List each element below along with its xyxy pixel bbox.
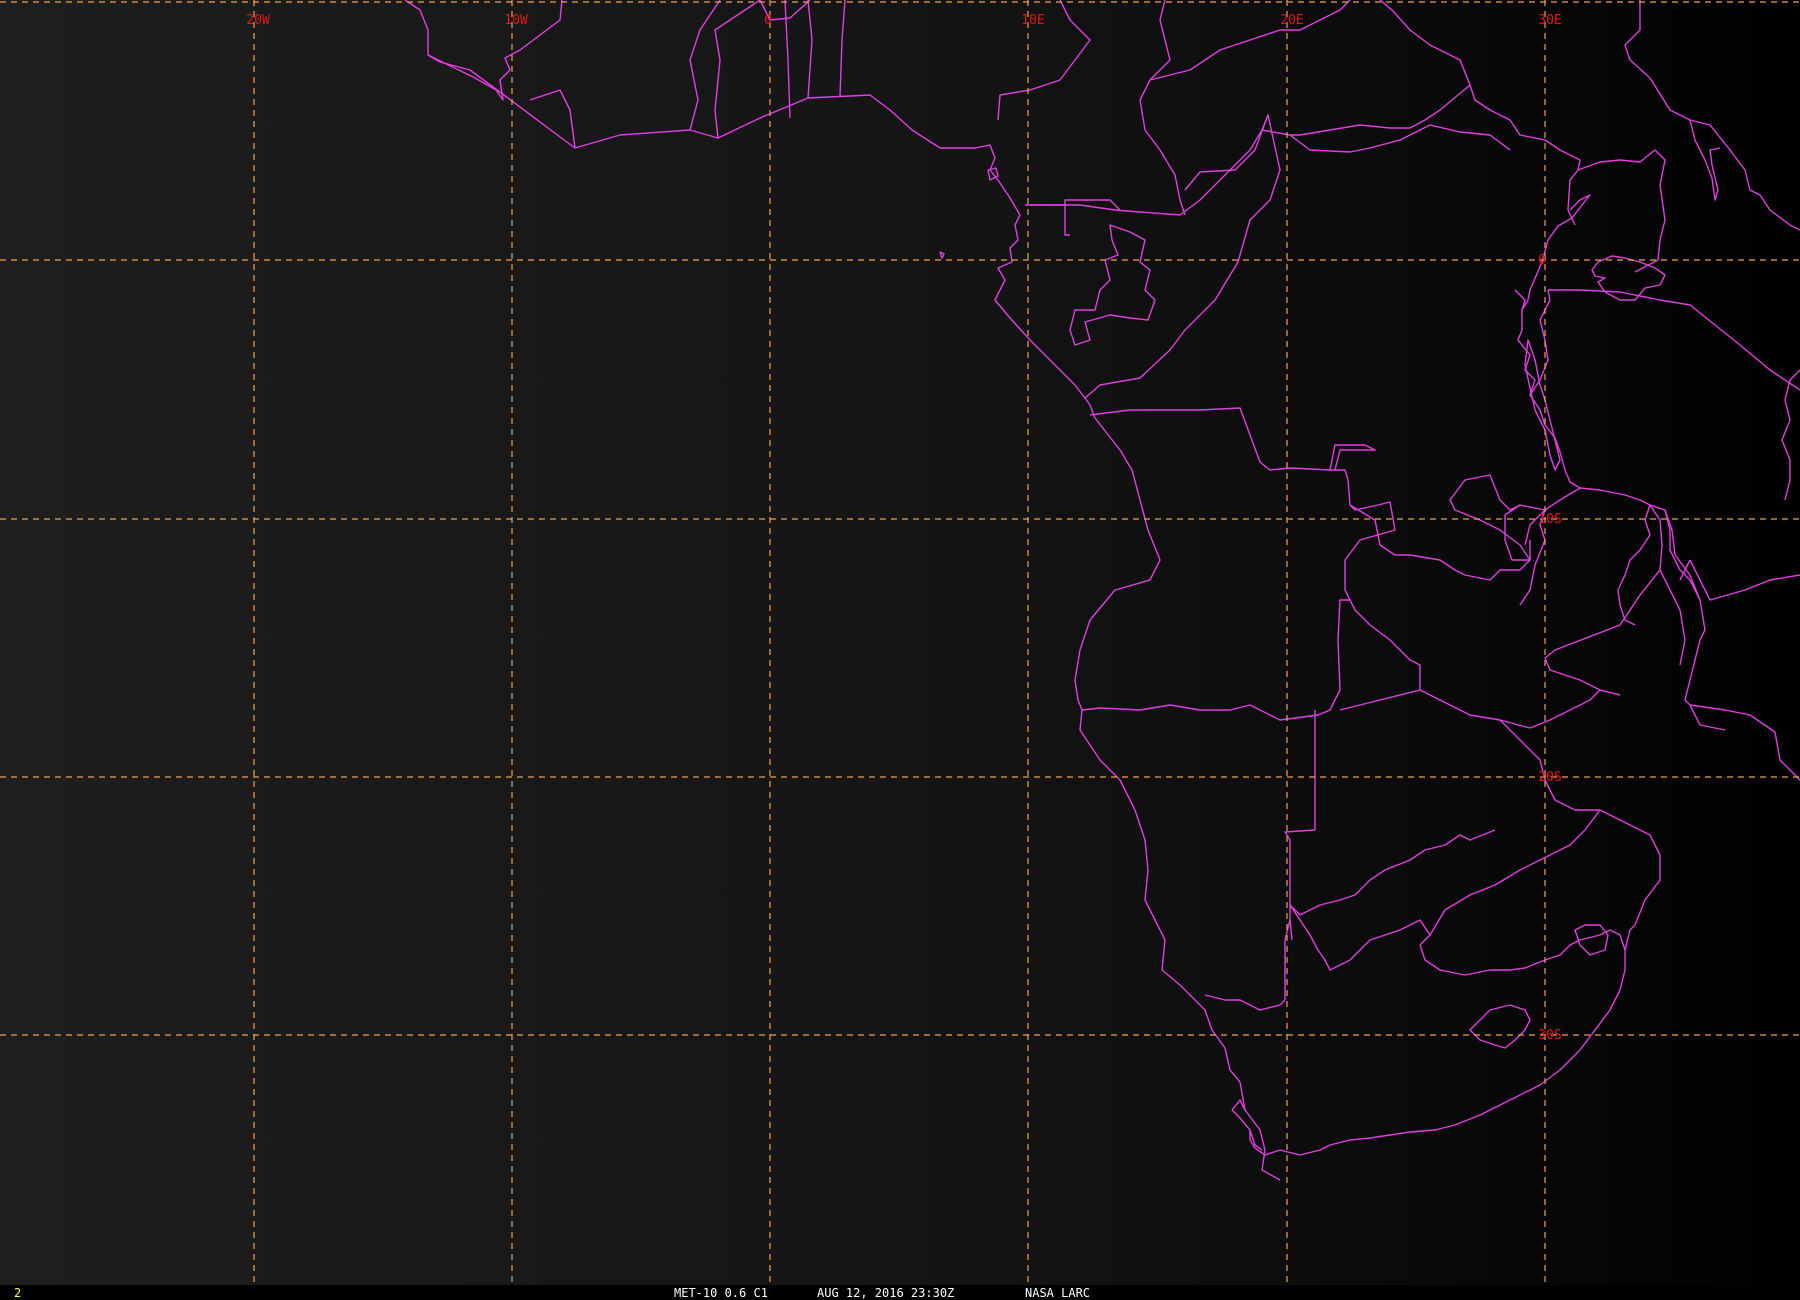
lon-label-0: 0 xyxy=(764,13,772,28)
lon-label-20w: 20W xyxy=(246,13,270,28)
lat-label-0: 0 xyxy=(1538,253,1546,268)
lat-label-10s: 10S xyxy=(1538,512,1561,527)
lon-label-10e: 10E xyxy=(1021,13,1044,28)
lon-label-10w: 10W xyxy=(504,13,528,28)
frame-number: 2 xyxy=(14,1286,21,1300)
status-bar: 2 MET-10 0.6 C1 AUG 12, 2016 23:30Z NASA… xyxy=(0,1285,1800,1300)
lat-label-20s: 20S xyxy=(1538,770,1561,785)
satellite-image xyxy=(0,0,1800,1285)
lat-label-30s: 30S xyxy=(1538,1028,1561,1043)
product-label: MET-10 0.6 C1 xyxy=(674,1286,768,1300)
datetime-label: AUG 12, 2016 23:30Z xyxy=(817,1286,954,1300)
lon-label-30e: 30E xyxy=(1538,13,1561,28)
source-label: NASA LARC xyxy=(1025,1286,1090,1300)
satellite-map-viewer[interactable]: 20W 10W 0 10E 20E 30E 0 10S 20S 30S 2 ME… xyxy=(0,0,1800,1300)
lon-label-20e: 20E xyxy=(1280,13,1303,28)
